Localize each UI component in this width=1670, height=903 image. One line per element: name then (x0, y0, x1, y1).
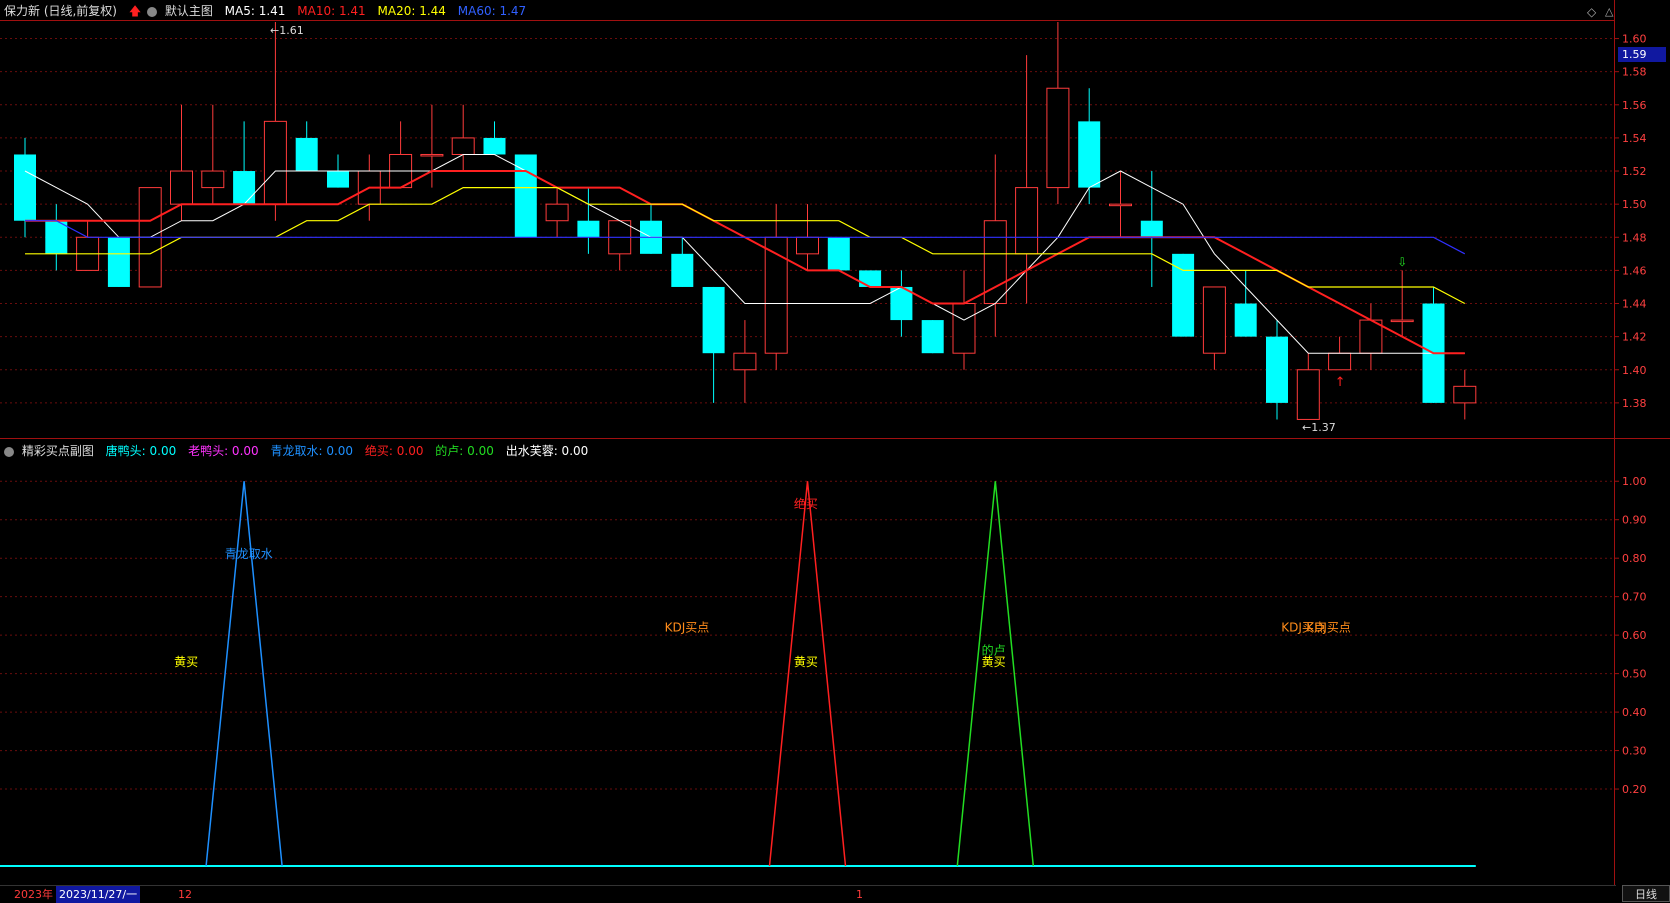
candle-body-down (233, 171, 256, 205)
price-tick-label: 1.52 (1622, 165, 1647, 178)
candle-body-up (545, 203, 569, 222)
candle-body-up (1453, 385, 1477, 404)
signal-annotation: 黄买 (982, 655, 1006, 669)
candle-body-down (14, 154, 36, 221)
current-price-tag: 1.59 (1618, 47, 1666, 62)
candle-body-up (1202, 286, 1226, 354)
candle-body-up (451, 137, 475, 155)
signal-annotation: 绝买 (794, 496, 818, 511)
price-tick-label: 1.54 (1622, 132, 1647, 145)
indicator-tick-label: 0.90 (1622, 514, 1647, 527)
price-tick-label: 1.42 (1622, 331, 1647, 344)
candle-body-down (1234, 303, 1257, 337)
signal-annotation: KDJ买点 (665, 620, 710, 634)
month-1-label: 1 (856, 888, 863, 901)
candle-body-down (702, 286, 725, 354)
indicator-tick-label: 0.80 (1622, 552, 1647, 565)
date-axis: 2023年 2023/11/27/一 12 1 (0, 885, 1616, 903)
candle-body-down (107, 237, 130, 287)
indicator-tick-label: 0.40 (1622, 706, 1647, 719)
candle-body-up (1015, 187, 1039, 255)
candle-body-down (327, 171, 349, 188)
signal-annotation: 黄买 (794, 655, 818, 669)
max-price-label: ←1.61 (270, 24, 304, 37)
candle-body-up (1296, 369, 1320, 420)
candle-body-down (1078, 121, 1101, 188)
price-tick-label: 1.44 (1622, 298, 1647, 311)
price-tick-label: 1.38 (1622, 397, 1647, 410)
candle-body-up (263, 120, 287, 205)
candle-body-down (1140, 220, 1163, 238)
ma-line-ma60 (25, 220, 1466, 255)
indicator-tick-label: 0.60 (1622, 629, 1647, 642)
candle-body-up (201, 170, 225, 189)
price-tick-label: 1.40 (1622, 364, 1647, 377)
candle-body-down (859, 270, 882, 287)
signal-annotation: 青龙取水 (225, 547, 273, 561)
price-tick-label: 1.58 (1622, 66, 1647, 79)
year-label: 2023年 (14, 888, 53, 901)
candle-body-up (796, 236, 819, 255)
indicator-tick-label: 1.00 (1622, 475, 1647, 488)
candle-body-down (1266, 336, 1288, 403)
indicator-tick-label: 0.70 (1622, 591, 1647, 604)
signal-annotation: 黄买 (174, 655, 198, 669)
candle-body-up (420, 153, 444, 157)
candle-body-down (295, 137, 318, 172)
candle-body-down (827, 237, 850, 271)
candle-body-up (1109, 203, 1132, 207)
price-tick-label: 1.60 (1622, 33, 1647, 46)
candle-body-down (671, 253, 694, 287)
timeframe-button[interactable]: 日线 (1622, 885, 1670, 902)
signal-annotation: KDJ买点 (1306, 620, 1351, 634)
candle-body-up (1390, 319, 1414, 323)
month-12-label: 12 (178, 888, 192, 901)
candle-body-up (1046, 87, 1070, 189)
sell-arrow-icon: ⇩ (1397, 255, 1407, 269)
min-price-value: 1.37 (1311, 421, 1336, 434)
indicator-tick-label: 0.50 (1622, 668, 1647, 681)
candle-body-up (170, 170, 193, 205)
candle-body-up (1328, 352, 1352, 371)
chart-canvas[interactable]: 1.60 1.58 1.56 1.54 1.52 1.50 1.48 1.46 1.44 1.42… (0, 0, 1670, 885)
price-tick-label: 1.46 (1622, 264, 1647, 277)
max-price-value: 1.61 (279, 24, 304, 37)
candle-body-up (733, 352, 757, 371)
price-tick-label: 1.50 (1622, 198, 1647, 211)
date-cursor-label: 2023/11/27/一 (56, 886, 141, 903)
candle-body-down (577, 220, 600, 238)
price-tick-label: 1.48 (1622, 231, 1647, 244)
indicator-tick-label: 0.20 (1622, 783, 1647, 796)
candle-body-down (483, 137, 506, 155)
buy-arrow-icon: ↑ (1335, 375, 1346, 390)
candle-body-down (45, 220, 68, 254)
indicator-tick-label: 0.30 (1622, 745, 1647, 758)
candle-body-down (921, 320, 944, 354)
min-price-label: ←1.37 (1302, 421, 1336, 434)
candle-body-up (952, 303, 976, 354)
price-tick-label: 1.56 (1622, 99, 1647, 112)
